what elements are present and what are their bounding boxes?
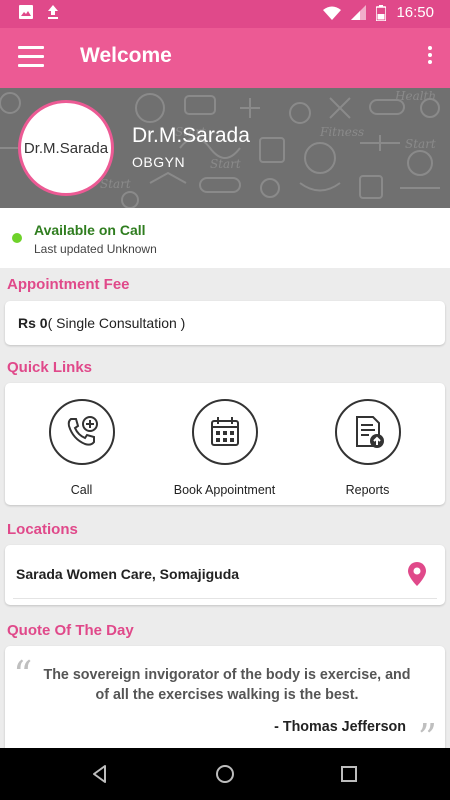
- svg-text:Fitness: Fitness: [319, 125, 364, 139]
- availability-status: Available on Call: [34, 222, 146, 238]
- avatar: Dr.M.Sarada: [18, 100, 114, 196]
- svg-text:Health: Health: [394, 89, 436, 103]
- quick-link-book-appointment[interactable]: Book Appointment: [153, 399, 296, 497]
- profile-header: Health Start Fitness Start Start Start Dr.M…: [0, 88, 450, 208]
- availability-panel: Available on Call Last updated Unknown: [0, 208, 450, 268]
- availability-updated: Last updated Unknown: [34, 242, 157, 256]
- doctor-specialty: OBGYN: [132, 154, 186, 170]
- status-bar: 16:50: [0, 0, 450, 28]
- app-bar: Welcome: [0, 28, 450, 88]
- svg-text:Start: Start: [405, 137, 436, 151]
- back-icon[interactable]: [89, 763, 111, 785]
- doctor-name: Dr.M.Sarada: [132, 124, 250, 147]
- more-options-icon[interactable]: [424, 46, 436, 70]
- location-name: Sarada Women Care, Somajiguda: [16, 566, 240, 582]
- upload-notification-icon: [48, 5, 58, 19]
- fee-text: Rs 0( Single Consultation ): [18, 315, 185, 331]
- quick-link-label: Book Appointment: [173, 483, 276, 497]
- quick-link-label: Call: [70, 483, 93, 497]
- calendar-icon: [191, 399, 258, 465]
- availability-status-dot: [12, 233, 22, 243]
- open-quote-icon: “: [13, 653, 33, 697]
- hamburger-menu-icon[interactable]: [18, 46, 44, 68]
- map-pin-icon[interactable]: [408, 562, 426, 586]
- location-divider: [13, 598, 437, 599]
- home-icon[interactable]: [214, 763, 236, 785]
- appointment-fee-card: Rs 0( Single Consultation ): [5, 301, 445, 345]
- fee-detail: ( Single Consultation ): [47, 315, 186, 331]
- phone-plus-icon: [48, 399, 115, 465]
- recents-icon[interactable]: [338, 763, 360, 785]
- location-card[interactable]: Sarada Women Care, Somajiguda: [5, 545, 445, 605]
- status-time: 16:50: [396, 4, 434, 21]
- image-notification-icon: [19, 5, 33, 19]
- section-title-quote: Quote Of The Day: [7, 622, 134, 639]
- section-title-quick-links: Quick Links: [7, 359, 93, 376]
- quick-link-call[interactable]: Call: [10, 399, 153, 497]
- quote-author: - Thomas Jefferson: [274, 719, 406, 735]
- battery-icon: [376, 4, 387, 21]
- report-upload-icon: [334, 399, 401, 465]
- quick-link-reports[interactable]: Reports: [296, 399, 439, 497]
- quote-text: The sovereign invigorator of the body is…: [43, 667, 411, 703]
- section-title-locations: Locations: [7, 521, 78, 538]
- wifi-icon: [323, 6, 342, 20]
- quote-card: “ The sovereign invigorator of the body …: [5, 646, 445, 757]
- system-nav-bar: [0, 748, 450, 800]
- svg-text:Start: Start: [100, 177, 131, 191]
- quick-link-label: Reports: [345, 483, 390, 497]
- section-title-appointment-fee: Appointment Fee: [7, 276, 130, 293]
- svg-text:Start: Start: [210, 157, 241, 171]
- page-title: Welcome: [80, 44, 172, 67]
- signal-icon: [351, 5, 367, 20]
- fee-amount: Rs 0: [18, 315, 48, 331]
- quick-links-card: Call Book Appointment Reports: [5, 383, 445, 505]
